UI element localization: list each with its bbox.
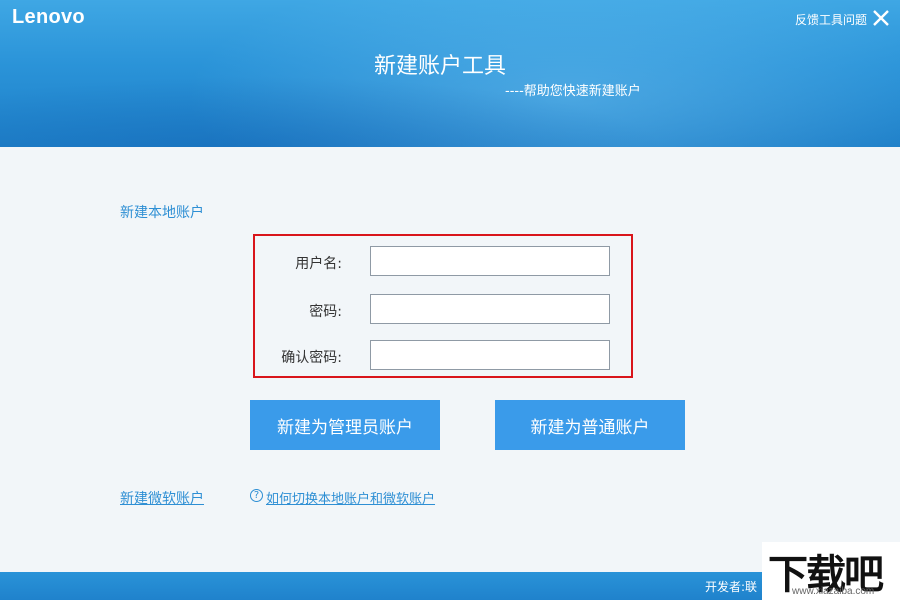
lenovo-logo: Lenovo bbox=[12, 6, 85, 28]
username-input[interactable] bbox=[370, 246, 610, 276]
username-label: 用户名: bbox=[295, 256, 342, 272]
close-icon[interactable] bbox=[872, 9, 890, 27]
title-bar: Lenovo 反馈工具问题 新建账户工具 ----帮助您快速新建账户 bbox=[0, 0, 900, 147]
confirm-password-label: 确认密码: bbox=[281, 350, 342, 366]
confirm-password-input[interactable] bbox=[370, 340, 610, 370]
section-title: 新建本地账户 bbox=[120, 205, 204, 221]
help-circle-icon[interactable]: ? bbox=[250, 489, 263, 502]
create-standard-button[interactable]: 新建为普通账户 bbox=[495, 400, 685, 450]
app-title: 新建账户工具 bbox=[373, 54, 506, 79]
app-subtitle: ----帮助您快速新建账户 bbox=[505, 84, 641, 99]
create-microsoft-account-link[interactable]: 新建微软账户 bbox=[120, 488, 204, 508]
create-admin-button[interactable]: 新建为管理员账户 bbox=[250, 400, 440, 450]
developer-label: 开发者:联 bbox=[705, 580, 758, 594]
watermark-url: www.xiazaiba.com bbox=[792, 586, 875, 597]
password-label: 密码: bbox=[309, 304, 342, 320]
feedback-link[interactable]: 反馈工具问题 bbox=[795, 11, 867, 28]
how-to-switch-link[interactable]: 如何切换本地账户和微软账户 bbox=[266, 488, 435, 507]
password-input[interactable] bbox=[370, 294, 610, 324]
watermark-logo: 下载吧 www.xiazaiba.com bbox=[762, 542, 900, 600]
